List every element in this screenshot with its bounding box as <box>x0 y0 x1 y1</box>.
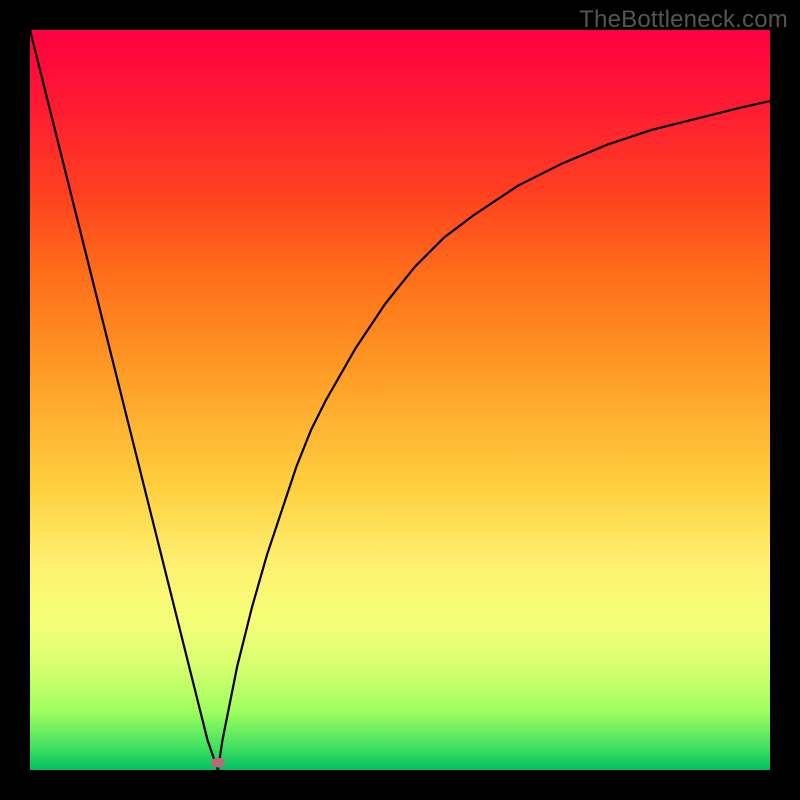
chart-svg <box>30 30 770 770</box>
chart-frame: TheBottleneck.com <box>0 0 800 800</box>
plot-area <box>30 30 770 770</box>
dip-marker <box>211 758 225 768</box>
curve-right-branch <box>218 101 770 770</box>
curve-left-branch <box>30 30 218 770</box>
